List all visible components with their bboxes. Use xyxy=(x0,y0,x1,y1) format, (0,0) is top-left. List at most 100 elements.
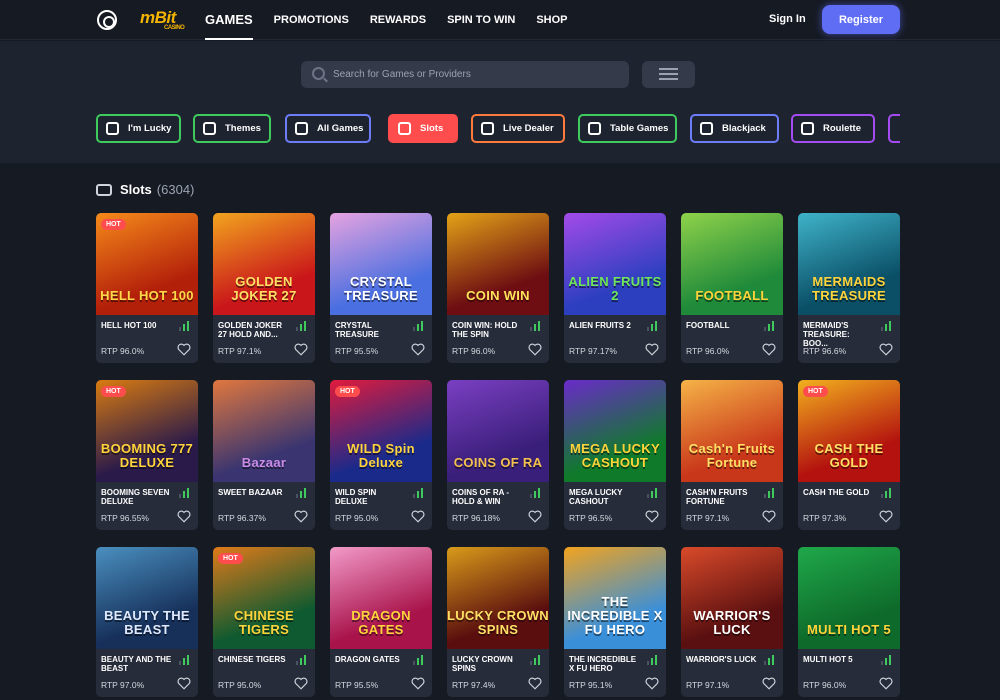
category-tab[interactable]: Roulette xyxy=(791,114,875,143)
favorite-heart-icon[interactable] xyxy=(879,677,893,690)
game-thumbnail[interactable]: WILD Spin Deluxe HOT xyxy=(330,380,432,482)
game-card[interactable]: DRAGON GATES DRAGON GATES RTP 95.5% xyxy=(330,547,432,697)
game-art-title: HELL HOT 100 xyxy=(100,288,194,303)
category-tab[interactable]: I'm Lucky xyxy=(96,114,181,143)
game-card[interactable]: FOOTBALL FOOTBALL RTP 96.0% xyxy=(681,213,783,363)
game-card[interactable]: HELL HOT 100 HOT HELL HOT 100 RTP 96.0% xyxy=(96,213,198,363)
filter-button[interactable] xyxy=(642,61,695,88)
favorite-heart-icon[interactable] xyxy=(177,677,191,690)
game-card[interactable]: BEAUTY THE BEAST BEAUTY AND THE BEAST RTP … xyxy=(96,547,198,697)
hot-badge: HOT xyxy=(335,386,360,397)
game-card[interactable]: MERMAIDS TREASURE MERMAID'S TREASURE: BOO… xyxy=(798,213,900,363)
game-art-title: MERMAIDS TREASURE xyxy=(812,274,886,303)
game-card[interactable]: COINS OF RA COINS OF RA - HOLD & WIN RTP 9… xyxy=(447,380,549,530)
game-rtp: RTP 97.3% xyxy=(803,513,847,523)
favorite-heart-icon[interactable] xyxy=(177,343,191,356)
favorite-heart-icon[interactable] xyxy=(294,510,308,523)
game-thumbnail[interactable]: COINS OF RA xyxy=(447,380,549,482)
game-rtp: RTP 95.0% xyxy=(218,680,262,690)
sign-in-link[interactable]: Sign In xyxy=(769,13,806,25)
category-tab[interactable]: Live Dealer xyxy=(471,114,565,143)
signal-bars-icon xyxy=(881,655,893,665)
game-thumbnail[interactable]: DRAGON GATES xyxy=(330,547,432,649)
game-thumbnail[interactable]: BEAUTY THE BEAST xyxy=(96,547,198,649)
game-card[interactable]: LUCKY CROWN SPINS LUCKY CROWN SPINS RTP 97… xyxy=(447,547,549,697)
category-tab[interactable]: All Games xyxy=(285,114,371,143)
favorite-heart-icon[interactable] xyxy=(879,343,893,356)
game-name: MULTI HOT 5 xyxy=(803,655,853,664)
game-card[interactable]: ALIEN FRUITS 2 ALIEN FRUITS 2 RTP 97.17% xyxy=(564,213,666,363)
game-card[interactable]: Bazaar SWEET BAZAAR RTP 96.37% xyxy=(213,380,315,530)
game-art-title: WILD Spin Deluxe xyxy=(347,441,415,470)
game-thumbnail[interactable]: GOLDEN JOKER 27 xyxy=(213,213,315,315)
favorite-heart-icon[interactable] xyxy=(645,343,659,356)
nav-item-rewards[interactable]: REWARDS xyxy=(370,0,426,40)
nav-item-games[interactable]: GAMES xyxy=(205,0,253,40)
favorite-heart-icon[interactable] xyxy=(879,510,893,523)
game-thumbnail[interactable]: MERMAIDS TREASURE xyxy=(798,213,900,315)
game-name: FOOTBALL xyxy=(686,321,730,330)
game-card[interactable]: CASH THE GOLD HOT CASH THE GOLD RTP 97.3% xyxy=(798,380,900,530)
category-tab-overflow[interactable] xyxy=(888,114,900,143)
game-name: CASH'N FRUITS FORTUNE xyxy=(686,488,748,506)
game-thumbnail[interactable]: LUCKY CROWN SPINS xyxy=(447,547,549,649)
nav-item-shop[interactable]: SHOP xyxy=(536,0,567,40)
game-name: COINS OF RA - HOLD & WIN xyxy=(452,488,510,506)
favorite-heart-icon[interactable] xyxy=(528,343,542,356)
game-thumbnail[interactable]: CHINESE TIGERS HOT xyxy=(213,547,315,649)
game-thumbnail[interactable]: MULTI HOT 5 xyxy=(798,547,900,649)
category-tab[interactable]: Blackjack xyxy=(690,114,779,143)
game-card[interactable]: COIN WIN COIN WIN: HOLD THE SPIN RTP 96.0% xyxy=(447,213,549,363)
favorite-heart-icon[interactable] xyxy=(762,343,776,356)
favorite-heart-icon[interactable] xyxy=(645,677,659,690)
favorite-heart-icon[interactable] xyxy=(411,510,425,523)
game-card[interactable]: BOOMING 777 DELUXE HOT BOOMING SEVEN DELUX… xyxy=(96,380,198,530)
game-card[interactable]: GOLDEN JOKER 27 GOLDEN JOKER 27 HOLD AND.… xyxy=(213,213,315,363)
game-thumbnail[interactable]: CRYSTAL TREASURE xyxy=(330,213,432,315)
game-thumbnail[interactable]: WARRIOR'S LUCK xyxy=(681,547,783,649)
game-card[interactable]: WILD Spin Deluxe HOT WILD SPIN DELUXE RTP 9… xyxy=(330,380,432,530)
game-thumbnail[interactable]: COIN WIN xyxy=(447,213,549,315)
brand-logo[interactable]: mBit CASINO xyxy=(140,8,185,31)
game-thumbnail[interactable]: HELL HOT 100 HOT xyxy=(96,213,198,315)
game-card[interactable]: CHINESE TIGERS HOT CHINESE TIGERS RTP 95.0% xyxy=(213,547,315,697)
favorite-heart-icon[interactable] xyxy=(294,343,308,356)
game-card[interactable]: Cash'n Fruits Fortune CASH'N FRUITS FORTU… xyxy=(681,380,783,530)
favorite-heart-icon[interactable] xyxy=(528,510,542,523)
game-name: MERMAID'S TREASURE: BOO... xyxy=(803,321,850,348)
game-thumbnail[interactable]: FOOTBALL xyxy=(681,213,783,315)
game-thumbnail[interactable]: CASH THE GOLD HOT xyxy=(798,380,900,482)
game-card[interactable]: WARRIOR'S LUCK WARRIOR'S LUCK RTP 97.1% xyxy=(681,547,783,697)
game-name: THE INCREDIBLE X FU HERO xyxy=(569,655,637,673)
signal-bars-icon xyxy=(179,321,191,331)
game-rtp: RTP 95.1% xyxy=(569,680,613,690)
game-thumbnail[interactable]: ALIEN FRUITS 2 xyxy=(564,213,666,315)
favorite-heart-icon[interactable] xyxy=(762,677,776,690)
favorite-heart-icon[interactable] xyxy=(411,677,425,690)
game-card[interactable]: MULTI HOT 5 MULTI HOT 5 RTP 96.0% xyxy=(798,547,900,697)
game-card[interactable]: THE INCREDIBLE X FU HERO THE INCREDIBLE X… xyxy=(564,547,666,697)
category-tab[interactable]: Table Games xyxy=(578,114,677,143)
game-thumbnail[interactable]: MEGA LUCKY CASHOUT xyxy=(564,380,666,482)
game-thumbnail[interactable]: Cash'n Fruits Fortune xyxy=(681,380,783,482)
nav-item-spin-to-win[interactable]: SPIN TO WIN xyxy=(447,0,515,40)
favorite-heart-icon[interactable] xyxy=(294,677,308,690)
signal-bars-icon xyxy=(881,488,893,498)
nav-item-promotions[interactable]: PROMOTIONS xyxy=(274,0,349,40)
favorite-heart-icon[interactable] xyxy=(762,510,776,523)
game-thumbnail[interactable]: THE INCREDIBLE X FU HERO xyxy=(564,547,666,649)
search-input[interactable]: Search for Games or Providers xyxy=(301,61,629,88)
favorite-heart-icon[interactable] xyxy=(177,510,191,523)
casino-chip-logo-icon[interactable] xyxy=(97,10,117,30)
game-card[interactable]: MEGA LUCKY CASHOUT MEGA LUCKY CASHOUT RTP … xyxy=(564,380,666,530)
game-thumbnail[interactable]: BOOMING 777 DELUXE HOT xyxy=(96,380,198,482)
favorite-heart-icon[interactable] xyxy=(645,510,659,523)
category-tab[interactable]: Slots xyxy=(388,114,458,143)
favorite-heart-icon[interactable] xyxy=(411,343,425,356)
favorite-heart-icon[interactable] xyxy=(528,677,542,690)
register-button[interactable]: Register xyxy=(822,5,900,34)
category-tab[interactable]: Themes xyxy=(193,114,271,143)
game-card[interactable]: CRYSTAL TREASURE CRYSTAL TREASURE RTP 95.5… xyxy=(330,213,432,363)
category-tab-label: All Games xyxy=(317,123,364,134)
game-thumbnail[interactable]: Bazaar xyxy=(213,380,315,482)
